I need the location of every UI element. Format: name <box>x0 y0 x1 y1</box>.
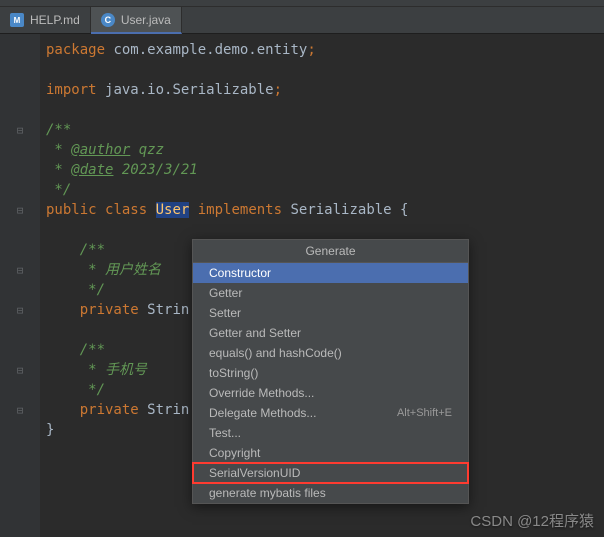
fold-marker[interactable]: ⊟ <box>0 360 40 380</box>
menu-item-label: equals() and hashCode() <box>209 346 342 360</box>
keyword-private: private <box>80 302 147 318</box>
generate-item-setter[interactable]: Setter <box>193 303 468 323</box>
tab-user-java[interactable]: C User.java <box>91 7 182 34</box>
doc-comment-close: */ <box>46 182 71 198</box>
brace-close: } <box>46 422 54 438</box>
menu-item-label: Copyright <box>209 446 260 460</box>
javadoc-date-tag: @date <box>71 162 113 178</box>
doc-comment-open: /** <box>46 122 71 138</box>
menu-item-label: toString() <box>209 366 258 380</box>
menu-item-label: Setter <box>209 306 241 320</box>
markdown-icon: M <box>10 13 24 27</box>
keyword-package: package <box>46 42 113 58</box>
generate-item-equals-and-hashcode[interactable]: equals() and hashCode() <box>193 343 468 363</box>
tab-label: User.java <box>121 13 171 27</box>
generate-popup: Generate Constructor Getter Setter Getter a… <box>192 239 469 504</box>
tab-bar: M HELP.md C User.java <box>0 7 604 34</box>
fold-marker[interactable]: ⊟ <box>0 300 40 320</box>
javadoc-author-tag: @author <box>71 142 130 158</box>
generate-item-tostring[interactable]: toString() <box>193 363 468 383</box>
gutter: ⊟ ⊟ ⊟ ⊟ ⊟ ⊟ <box>0 34 40 537</box>
fold-marker[interactable]: ⊟ <box>0 120 40 140</box>
author-value: qzz <box>130 142 164 158</box>
generate-item-override-methods[interactable]: Override Methods... <box>193 383 468 403</box>
generate-item-test[interactable]: Test... <box>193 423 468 443</box>
menu-item-label: generate mybatis files <box>209 486 326 500</box>
generate-item-getter[interactable]: Getter <box>193 283 468 303</box>
fold-marker[interactable]: ⊟ <box>0 200 40 220</box>
import-path: java.io.Serializable <box>105 82 274 98</box>
type-string: Strin <box>147 302 189 318</box>
interface-name: Serializable <box>290 202 391 218</box>
fold-marker[interactable]: ⊟ <box>0 400 40 420</box>
generate-item-copyright[interactable]: Copyright <box>193 443 468 463</box>
fold-marker[interactable]: ⊟ <box>0 260 40 280</box>
generate-item-generate-mybatis-files[interactable]: generate mybatis files <box>193 483 468 503</box>
breadcrumb-bar <box>0 0 604 7</box>
tab-label: HELP.md <box>30 13 80 27</box>
generate-item-delegate-methods[interactable]: Delegate Methods... Alt+Shift+E <box>193 403 468 423</box>
date-value: 2023/3/21 <box>113 162 197 178</box>
package-path: com.example.demo.entity <box>113 42 307 58</box>
keyword-public: public <box>46 202 105 218</box>
menu-item-label: Getter and Setter <box>209 326 301 340</box>
doc-phone: 手机号 <box>105 362 147 378</box>
menu-item-label: Delegate Methods... <box>209 406 316 420</box>
keyword-import: import <box>46 82 105 98</box>
generate-item-serialversionuid[interactable]: SerialVersionUID <box>193 463 468 483</box>
watermark: CSDN @12程序猿 <box>470 510 594 531</box>
class-name-highlighted: User <box>156 202 190 218</box>
menu-item-label: Constructor <box>209 266 271 280</box>
menu-item-label: SerialVersionUID <box>209 466 300 480</box>
tab-help-md[interactable]: M HELP.md <box>0 7 91 33</box>
doc-username: 用户姓名 <box>105 262 161 278</box>
menu-item-label: Getter <box>209 286 242 300</box>
menu-item-label: Test... <box>209 426 241 440</box>
generate-item-constructor[interactable]: Constructor <box>193 263 468 283</box>
keyword-implements: implements <box>189 202 290 218</box>
keyword-class: class <box>105 202 156 218</box>
menu-item-shortcut: Alt+Shift+E <box>397 407 452 419</box>
generate-item-getter-and-setter[interactable]: Getter and Setter <box>193 323 468 343</box>
java-class-icon: C <box>101 13 115 27</box>
menu-item-label: Override Methods... <box>209 386 314 400</box>
popup-title: Generate <box>193 240 468 263</box>
